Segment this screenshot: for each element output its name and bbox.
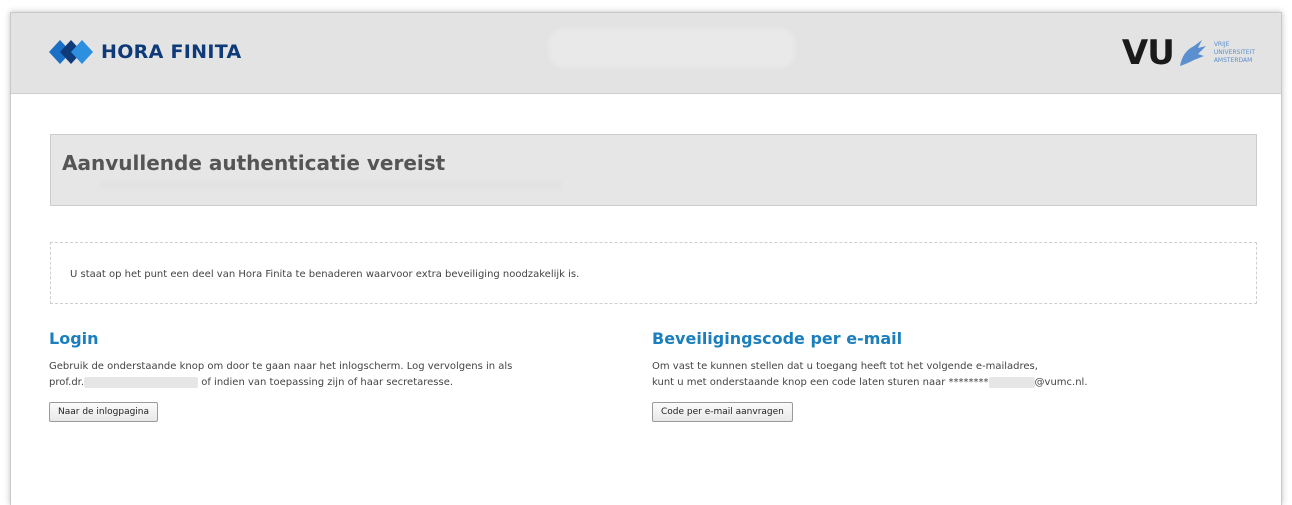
request-code-button[interactable]: Code per e-mail aanvragen — [652, 402, 793, 422]
vu-logo[interactable]: VU VRIJE UNIVERSITEIT AMSTERDAM — [1122, 33, 1255, 73]
email-code-line-2-prefix: kunt u met onderstaande knop een code la… — [652, 377, 989, 388]
hora-finita-diamond-icon — [49, 40, 93, 64]
login-page-button[interactable]: Naar de inlogpagina — [49, 402, 159, 422]
header-bar: HORA FINITA VU VRIJE UNIVERSITEIT AMSTER… — [11, 13, 1281, 94]
redacted-header-area — [549, 29, 795, 67]
redacted-email — [988, 376, 1035, 388]
login-heading: Login — [49, 329, 99, 348]
login-line-1: Gebruik de onderstaande knop om door te … — [49, 361, 513, 372]
redacted-subtitle — [101, 181, 561, 189]
vu-wordmark-line: AMSTERDAM — [1213, 57, 1253, 64]
vu-letters: VU — [1121, 33, 1175, 73]
notice-text: U staat op het punt een deel van Hora Fi… — [70, 269, 580, 280]
vu-wordmark: VRIJE UNIVERSITEIT AMSTERDAM — [1214, 41, 1255, 65]
email-code-section: Beveiligingscode per e-mail Om vast te k… — [652, 329, 1252, 422]
griffin-icon — [1179, 40, 1206, 66]
page-title: Aanvullende authenticatie vereist — [62, 151, 446, 175]
vu-wordmark-line: VRIJE — [1213, 41, 1230, 48]
login-line-2-suffix: of indien van toepassing zijn of haar se… — [198, 377, 454, 388]
email-code-line-2-suffix: @vumc.nl. — [1034, 377, 1088, 388]
login-line-2-prefix: prof.dr. — [49, 377, 85, 388]
browser-page: HORA FINITA VU VRIJE UNIVERSITEIT AMSTER… — [10, 12, 1282, 505]
email-code-line-1: Om vast te kunnen stellen dat u toegang … — [652, 361, 1038, 372]
title-panel: Aanvullende authenticatie vereist — [50, 134, 1257, 206]
vu-wordmark-line: UNIVERSITEIT — [1213, 49, 1255, 56]
notice-box: U staat op het punt een deel van Hora Fi… — [50, 242, 1257, 304]
hora-finita-logo[interactable]: HORA FINITA — [49, 38, 242, 66]
login-description: Gebruik de onderstaande knop om door te … — [49, 359, 609, 391]
brand-name: HORA FINITA — [101, 41, 242, 63]
email-code-heading: Beveiligingscode per e-mail — [652, 329, 903, 348]
login-section: Login Gebruik de onderstaande knop om do… — [49, 329, 609, 422]
redacted-name — [84, 376, 199, 388]
email-code-description: Om vast te kunnen stellen dat u toegang … — [652, 359, 1252, 391]
